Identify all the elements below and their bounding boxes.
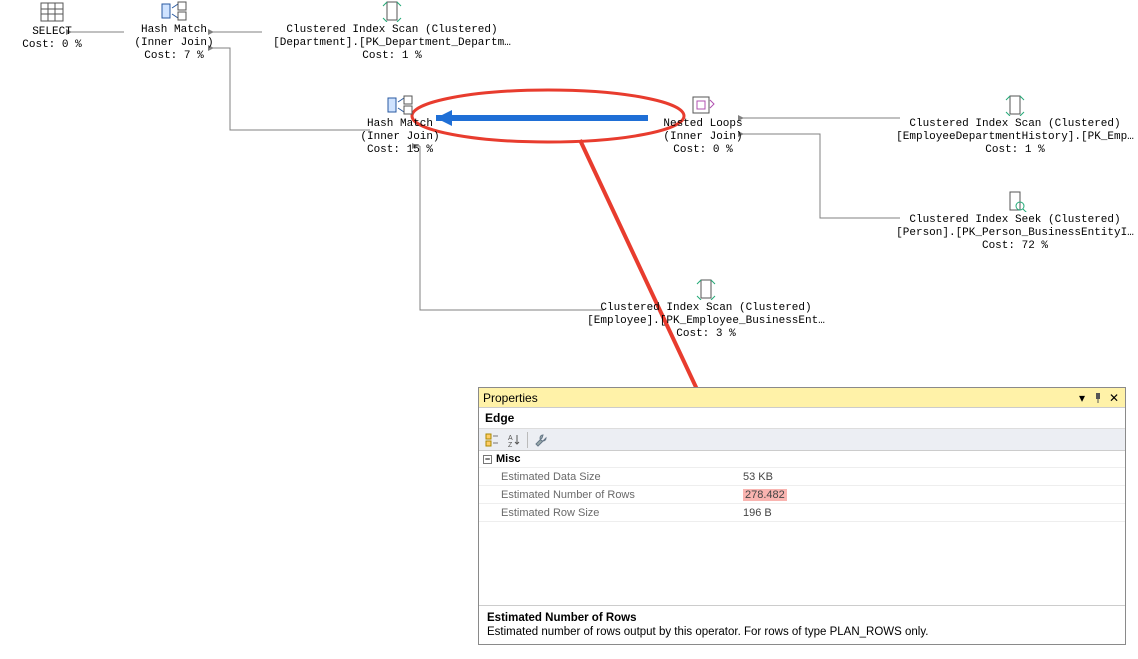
op-select[interactable]: SELECT Cost: 0 % bbox=[12, 0, 92, 52]
op-label: Clustered Index Scan (Clustered) bbox=[600, 302, 811, 314]
properties-description: Estimated Number of Rows Estimated numbe… bbox=[479, 605, 1125, 644]
op-sub: [Department].[PK_Department_Departm… bbox=[273, 37, 511, 49]
select-icon bbox=[38, 0, 66, 24]
op-label: Nested Loops bbox=[663, 118, 742, 130]
hash-match-icon bbox=[160, 0, 188, 22]
properties-grid: − Misc Estimated Data Size 53 KB Estimat… bbox=[479, 451, 1125, 605]
op-cost: Cost: 1 % bbox=[362, 50, 421, 62]
hash-match-icon bbox=[386, 94, 414, 116]
prop-row[interactable]: Estimated Data Size 53 KB bbox=[479, 468, 1125, 486]
alphabetical-button[interactable]: AZ bbox=[505, 431, 523, 449]
section-label: Misc bbox=[496, 453, 520, 465]
op-nested-loops[interactable]: Nested Loops (Inner Join) Cost: 0 % bbox=[648, 94, 758, 157]
op-cis-department[interactable]: Clustered Index Scan (Clustered) [Depart… bbox=[262, 0, 522, 63]
op-cost: Cost: 15 % bbox=[367, 144, 433, 156]
op-cost: Cost: 7 % bbox=[144, 50, 203, 62]
op-hash-match-2[interactable]: Hash Match (Inner Join) Cost: 15 % bbox=[350, 94, 450, 157]
index-seek-icon bbox=[1002, 190, 1028, 212]
prop-value: 196 B bbox=[739, 507, 1125, 519]
index-scan-icon bbox=[379, 0, 405, 22]
prop-row-highlighted[interactable]: Estimated Number of Rows 278.482 bbox=[479, 486, 1125, 504]
op-sub: [Person].[PK_Person_BusinessEntityI… bbox=[896, 227, 1134, 239]
op-label: Clustered Index Scan (Clustered) bbox=[286, 24, 497, 36]
op-sub: (Inner Join) bbox=[134, 37, 213, 49]
pin-icon[interactable] bbox=[1091, 391, 1105, 405]
op-sub: (Inner Join) bbox=[663, 131, 742, 143]
svg-text:Z: Z bbox=[508, 442, 513, 447]
wrench-button[interactable] bbox=[532, 431, 550, 449]
op-label: Hash Match bbox=[367, 118, 433, 130]
execution-plan-canvas[interactable]: SELECT Cost: 0 % Hash Match (Inner Join)… bbox=[0, 0, 1138, 659]
op-hash-match-1[interactable]: Hash Match (Inner Join) Cost: 7 % bbox=[124, 0, 224, 63]
misc-section-header[interactable]: − Misc bbox=[479, 451, 1125, 468]
op-label: SELECT bbox=[32, 26, 72, 38]
prop-value: 53 KB bbox=[739, 471, 1125, 483]
collapse-icon[interactable]: − bbox=[483, 455, 492, 464]
desc-title: Estimated Number of Rows bbox=[487, 612, 1117, 624]
op-seek-person[interactable]: Clustered Index Seek (Clustered) [Person… bbox=[892, 190, 1138, 253]
index-scan-icon bbox=[693, 278, 719, 300]
op-cis-edh[interactable]: Clustered Index Scan (Clustered) [Employ… bbox=[892, 94, 1138, 157]
properties-titlebar[interactable]: Properties ▾ ✕ bbox=[479, 388, 1125, 408]
op-sub: [Employee].[PK_Employee_BusinessEnt… bbox=[587, 315, 825, 327]
op-label: Clustered Index Seek (Clustered) bbox=[909, 214, 1120, 226]
properties-title: Properties bbox=[483, 391, 1075, 405]
op-cis-employee[interactable]: Clustered Index Scan (Clustered) [Employ… bbox=[576, 278, 836, 341]
desc-body: Estimated number of rows output by this … bbox=[487, 626, 1117, 638]
op-cost: Cost: 3 % bbox=[676, 328, 735, 340]
op-label: Clustered Index Scan (Clustered) bbox=[909, 118, 1120, 130]
properties-panel: Properties ▾ ✕ Edge AZ − bbox=[478, 387, 1126, 645]
op-sub: [EmployeeDepartmentHistory].[PK_Emp… bbox=[896, 131, 1134, 143]
dropdown-icon[interactable]: ▾ bbox=[1075, 391, 1089, 405]
prop-name: Estimated Row Size bbox=[479, 507, 739, 519]
prop-name: Estimated Number of Rows bbox=[479, 489, 739, 501]
index-scan-icon bbox=[1002, 94, 1028, 116]
close-icon[interactable]: ✕ bbox=[1107, 391, 1121, 405]
op-sub: (Inner Join) bbox=[360, 131, 439, 143]
prop-row[interactable]: Estimated Row Size 196 B bbox=[479, 504, 1125, 522]
op-label: Hash Match bbox=[141, 24, 207, 36]
categorized-button[interactable] bbox=[483, 431, 501, 449]
op-cost: Cost: 72 % bbox=[982, 240, 1048, 252]
prop-name: Estimated Data Size bbox=[479, 471, 739, 483]
op-cost: Cost: 1 % bbox=[985, 144, 1044, 156]
op-cost: Cost: 0 % bbox=[22, 39, 81, 51]
prop-value: 278.482 bbox=[739, 489, 1125, 501]
svg-text:A: A bbox=[508, 435, 513, 442]
op-cost: Cost: 0 % bbox=[673, 144, 732, 156]
nested-loops-icon bbox=[690, 94, 716, 116]
properties-object: Edge bbox=[479, 408, 1125, 429]
properties-toolbar: AZ bbox=[479, 429, 1125, 451]
